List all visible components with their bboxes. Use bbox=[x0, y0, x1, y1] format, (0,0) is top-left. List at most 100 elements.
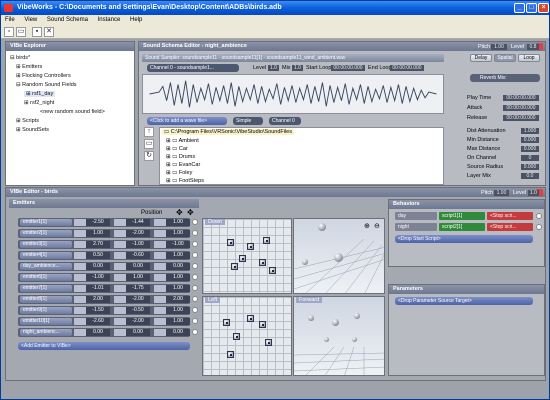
tree-item-rsf2-night[interactable]: ⊞ rsf2_night bbox=[24, 100, 54, 106]
on-channel-value[interactable]: 0 bbox=[521, 155, 539, 161]
emitter-x-spinner[interactable] bbox=[74, 296, 86, 303]
drop-start-script[interactable]: <Drop Start Script> bbox=[395, 235, 533, 243]
emitter-enable-toggle[interactable] bbox=[192, 296, 198, 302]
behavior-day-stop-script[interactable]: <Stop scri... bbox=[487, 212, 533, 220]
new-file-icon[interactable]: ▫ bbox=[4, 27, 14, 37]
emitter-y-spinner[interactable] bbox=[114, 329, 126, 336]
save-icon[interactable]: ▪ bbox=[32, 27, 42, 37]
emitter-x-value[interactable]: -2.50 bbox=[86, 219, 110, 226]
emitter-row[interactable]: emitter7[1] -1.01 -1.75 1.00 bbox=[18, 284, 190, 293]
emitter-sphere[interactable] bbox=[308, 315, 314, 321]
behavior-night-toggle[interactable] bbox=[536, 224, 542, 230]
schema-level-value[interactable]: 0.8 bbox=[527, 44, 539, 50]
left-view[interactable]: Left bbox=[202, 296, 292, 376]
emitter-z-spinner[interactable] bbox=[154, 230, 166, 237]
behavior-night-start-script[interactable]: script2[1] bbox=[439, 223, 485, 231]
tree-item-new-sound-field[interactable]: <new random sound field> bbox=[40, 109, 105, 115]
emitter-row[interactable]: emitter2[1] 1.00 -2.00 1.00 bbox=[18, 229, 190, 238]
emitter-name[interactable]: emitter9[1] bbox=[20, 307, 72, 314]
emitter-row[interactable]: emitter10[1] -2.60 -2.00 1.00 bbox=[18, 317, 190, 326]
menu-sound-schema[interactable]: Sound Schema bbox=[47, 17, 88, 23]
emitter-y-spinner[interactable] bbox=[114, 219, 126, 226]
attack-value[interactable]: 00:00:00.000 bbox=[503, 105, 539, 111]
emitter-marker[interactable] bbox=[227, 239, 234, 246]
emitter-x-spinner[interactable] bbox=[74, 219, 86, 226]
drop-parameter-target[interactable]: <Drop Parameter Source Target> bbox=[395, 297, 533, 305]
emitter-z-spinner[interactable] bbox=[154, 241, 166, 248]
tree-item-random-sound-fields[interactable]: ⊟ Random Sound Fields bbox=[16, 82, 77, 88]
emitter-name[interactable]: night_ambienc... bbox=[20, 329, 72, 336]
emitter-x-spinner[interactable] bbox=[74, 318, 86, 325]
emitter-y-value[interactable]: -2.00 bbox=[126, 296, 150, 303]
menu-instance[interactable]: Instance bbox=[98, 17, 121, 23]
emitter-marker[interactable] bbox=[247, 315, 254, 322]
emitter-x-value[interactable]: -1.01 bbox=[86, 285, 110, 292]
emitter-sphere[interactable] bbox=[352, 337, 357, 342]
tools-icon[interactable]: ✕ bbox=[44, 27, 54, 37]
menu-help[interactable]: Help bbox=[130, 17, 142, 23]
folder-item[interactable]: ⊞ ▭ Car bbox=[166, 146, 188, 152]
emitter-z-value[interactable]: 1.00 bbox=[166, 230, 190, 237]
emitter-x-value[interactable]: 1.00 bbox=[86, 230, 110, 237]
move-icon[interactable]: ✥ bbox=[176, 208, 183, 217]
emitter-marker[interactable] bbox=[233, 333, 240, 340]
emitter-row[interactable]: day_ambience... 0.00 0.00 0.00 bbox=[18, 262, 190, 271]
emitter-x-value[interactable]: 2.00 bbox=[86, 296, 110, 303]
emitter-name[interactable]: emitter10[1] bbox=[20, 318, 72, 325]
tree-item-scripts[interactable]: ⊞ Scripts bbox=[16, 118, 39, 124]
emitter-z-value[interactable]: 1.00 bbox=[166, 219, 190, 226]
emitter-y-value[interactable]: 1.00 bbox=[126, 274, 150, 281]
emitter-z-value[interactable]: 1.00 bbox=[166, 318, 190, 325]
emitter-marker[interactable] bbox=[259, 321, 266, 328]
emitter-sphere[interactable] bbox=[324, 337, 329, 342]
behavior-day[interactable]: day bbox=[395, 212, 437, 220]
emitter-z-spinner[interactable] bbox=[154, 274, 166, 281]
emitter-z-value[interactable]: 1.00 bbox=[166, 285, 190, 292]
emitter-sphere[interactable] bbox=[332, 319, 339, 326]
add-emitter-bar[interactable]: <Add Emitter to VIBe> bbox=[18, 342, 190, 350]
forward-view[interactable]: Forward bbox=[293, 296, 385, 376]
emitter-marker[interactable] bbox=[227, 351, 234, 358]
browse-up-icon[interactable]: ↑ bbox=[144, 127, 154, 137]
emitter-marker[interactable] bbox=[263, 237, 270, 244]
emitter-z-spinner[interactable] bbox=[154, 285, 166, 292]
mode-select[interactable]: Simple bbox=[233, 117, 263, 125]
emitter-y-value[interactable]: -1.00 bbox=[126, 241, 150, 248]
emitter-enable-toggle[interactable] bbox=[192, 307, 198, 313]
tree-item-emitters[interactable]: ⊞ Emitters bbox=[16, 64, 42, 70]
emitter-sphere[interactable] bbox=[354, 313, 360, 319]
emitter-y-spinner[interactable] bbox=[114, 307, 126, 314]
vibe-pitch-value[interactable]: 1.00 bbox=[494, 190, 509, 196]
play-time-value[interactable]: 00:00:00.000 bbox=[503, 95, 539, 101]
emitter-x-value[interactable]: -1.50 bbox=[86, 307, 110, 314]
emitter-name[interactable]: emitter1[1] bbox=[20, 219, 72, 226]
emitter-sphere[interactable] bbox=[302, 259, 308, 265]
emitter-sphere[interactable] bbox=[334, 253, 343, 262]
emitter-x-spinner[interactable] bbox=[74, 263, 86, 270]
browse-refresh-icon[interactable]: ↻ bbox=[144, 151, 154, 161]
emitter-row[interactable]: emitter9[1] -1.50 -0.50 1.00 bbox=[18, 306, 190, 315]
tree-item-birds[interactable]: ⊟ birds* bbox=[10, 55, 30, 61]
emitter-enable-toggle[interactable] bbox=[192, 263, 198, 269]
emitter-y-spinner[interactable] bbox=[114, 241, 126, 248]
emitter-enable-toggle[interactable] bbox=[192, 230, 198, 236]
tree-item-flocking-controllers[interactable]: ⊞ Flocking Controllers bbox=[16, 73, 71, 79]
emitter-z-spinner[interactable] bbox=[154, 263, 166, 270]
loop-button[interactable]: Loop bbox=[518, 54, 540, 62]
emitter-enable-toggle[interactable] bbox=[192, 329, 198, 335]
emitter-marker[interactable] bbox=[231, 263, 238, 270]
emitter-name[interactable]: emitter8[1] bbox=[20, 296, 72, 303]
browse-folder-icon[interactable]: ▭ bbox=[144, 139, 154, 149]
emitter-z-value[interactable]: 0.00 bbox=[166, 329, 190, 336]
emitter-marker[interactable] bbox=[247, 243, 254, 250]
emitter-x-spinner[interactable] bbox=[74, 241, 86, 248]
emitter-y-value[interactable]: 0.00 bbox=[126, 329, 150, 336]
waveform-display[interactable] bbox=[142, 74, 444, 114]
emitter-y-value[interactable]: -2.00 bbox=[126, 230, 150, 237]
emitter-z-value[interactable]: -1.00 bbox=[166, 241, 190, 248]
emitter-z-spinner[interactable] bbox=[154, 318, 166, 325]
emitter-marker[interactable] bbox=[239, 255, 246, 262]
emitter-row[interactable]: emitter6[1] -1.00 1.00 1.00 bbox=[18, 273, 190, 282]
emitter-y-spinner[interactable] bbox=[114, 285, 126, 292]
behavior-night-stop-script[interactable]: <Stop scri... bbox=[487, 223, 533, 231]
